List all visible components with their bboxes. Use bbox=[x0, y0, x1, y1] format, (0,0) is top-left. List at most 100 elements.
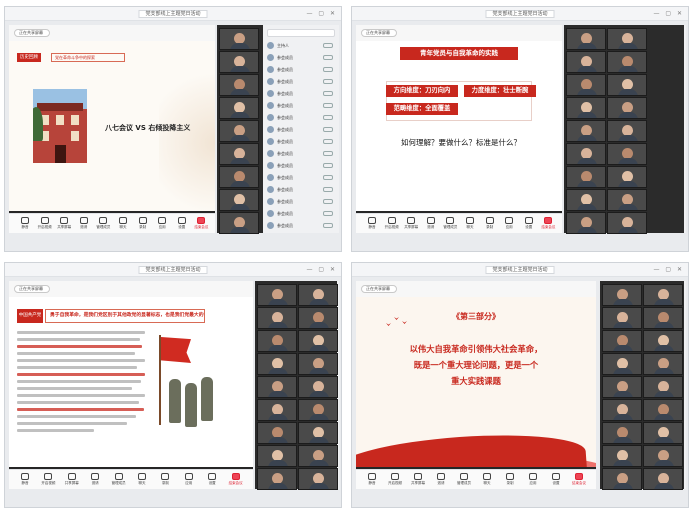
mic-icon[interactable] bbox=[323, 139, 333, 144]
toolbar-button[interactable]: 邀请 bbox=[84, 473, 106, 488]
participant-row[interactable]: 参会成员 bbox=[267, 89, 335, 99]
participant-video[interactable] bbox=[602, 284, 642, 306]
participant-video[interactable] bbox=[602, 468, 642, 490]
mic-icon[interactable] bbox=[323, 187, 333, 192]
mic-icon[interactable] bbox=[323, 55, 333, 60]
participant-video[interactable] bbox=[643, 330, 683, 352]
participant-video[interactable] bbox=[257, 307, 297, 329]
participant-video[interactable] bbox=[602, 376, 642, 398]
mic-icon[interactable] bbox=[323, 223, 333, 228]
participant-video[interactable] bbox=[602, 353, 642, 375]
mic-icon[interactable] bbox=[323, 103, 333, 108]
participant-video[interactable] bbox=[602, 330, 642, 352]
participant-video[interactable] bbox=[298, 468, 338, 490]
toolbar-button[interactable]: 应用 bbox=[522, 473, 544, 488]
mic-icon[interactable] bbox=[323, 43, 333, 48]
window-controls[interactable]: — ▢ ✕ bbox=[653, 10, 684, 17]
participant-video[interactable] bbox=[219, 143, 259, 165]
participant-video[interactable] bbox=[298, 376, 338, 398]
participant-video[interactable] bbox=[219, 28, 259, 50]
mic-icon[interactable] bbox=[323, 151, 333, 156]
participant-video[interactable] bbox=[643, 468, 683, 490]
participant-video[interactable] bbox=[643, 376, 683, 398]
toolbar-button[interactable]: 设置 bbox=[201, 473, 223, 488]
toolbar-button[interactable]: 结束会议 bbox=[225, 473, 247, 488]
toolbar-button[interactable]: 结束会议 bbox=[568, 473, 590, 488]
toolbar-button[interactable]: 邀请 bbox=[430, 473, 452, 488]
participant-video[interactable] bbox=[219, 120, 259, 142]
mic-icon[interactable] bbox=[323, 67, 333, 72]
participant-video[interactable] bbox=[257, 376, 297, 398]
participant-video[interactable] bbox=[257, 422, 297, 444]
participant-row[interactable]: 参会成员 bbox=[267, 53, 335, 63]
sharing-chip[interactable]: 正在共享屏幕 bbox=[14, 285, 50, 293]
window-controls[interactable]: — ▢ ✕ bbox=[653, 266, 684, 273]
participant-video[interactable] bbox=[643, 445, 683, 467]
participant-video[interactable] bbox=[219, 189, 259, 211]
participant-video[interactable] bbox=[602, 307, 642, 329]
toolbar-button[interactable]: 管理成员 bbox=[108, 473, 130, 488]
toolbar-button[interactable]: 设置 bbox=[545, 473, 567, 488]
participant-video[interactable] bbox=[298, 399, 338, 421]
toolbar-button[interactable]: 共享屏幕 bbox=[407, 473, 429, 488]
toolbar-button[interactable]: 结束会议 bbox=[190, 217, 212, 232]
mic-icon[interactable] bbox=[323, 199, 333, 204]
participant-row[interactable]: 参会成员 bbox=[267, 101, 335, 111]
participant-video[interactable] bbox=[219, 212, 259, 234]
participant-video[interactable] bbox=[257, 353, 297, 375]
participant-row[interactable]: 参会成员 bbox=[267, 221, 335, 231]
participant-video[interactable] bbox=[298, 353, 338, 375]
participant-video[interactable] bbox=[298, 284, 338, 306]
participant-video[interactable] bbox=[566, 166, 606, 188]
participant-row[interactable]: 参会成员 bbox=[267, 77, 335, 87]
participant-video[interactable] bbox=[643, 422, 683, 444]
toolbar-button[interactable]: 共享屏幕 bbox=[61, 473, 83, 488]
participant-video[interactable] bbox=[219, 74, 259, 96]
participant-row[interactable]: 参会成员 bbox=[267, 209, 335, 219]
participant-video[interactable] bbox=[607, 189, 647, 211]
participant-video[interactable] bbox=[298, 307, 338, 329]
participant-video[interactable] bbox=[643, 307, 683, 329]
participant-video[interactable] bbox=[607, 166, 647, 188]
participant-row[interactable]: 参会成员 bbox=[267, 137, 335, 147]
mic-icon[interactable] bbox=[323, 91, 333, 96]
participant-video[interactable] bbox=[602, 422, 642, 444]
toolbar-button[interactable]: 开启视频 bbox=[384, 473, 406, 488]
toolbar-button[interactable]: 应用 bbox=[178, 473, 200, 488]
participant-video[interactable] bbox=[643, 353, 683, 375]
toolbar-button[interactable]: 管理成员 bbox=[453, 473, 475, 488]
participant-video[interactable] bbox=[219, 97, 259, 119]
participant-video[interactable] bbox=[566, 74, 606, 96]
toolbar-button[interactable]: 录制 bbox=[499, 473, 521, 488]
participant-video[interactable] bbox=[643, 284, 683, 306]
mic-icon[interactable] bbox=[323, 115, 333, 120]
participant-video[interactable] bbox=[566, 51, 606, 73]
participant-video[interactable] bbox=[257, 445, 297, 467]
participant-row[interactable]: 参会成员 bbox=[267, 185, 335, 195]
participant-video[interactable] bbox=[298, 422, 338, 444]
participant-video[interactable] bbox=[257, 284, 297, 306]
window-controls[interactable]: — ▢ ✕ bbox=[306, 10, 337, 17]
participant-row[interactable]: 参会成员 bbox=[267, 149, 335, 159]
participant-video[interactable] bbox=[219, 51, 259, 73]
participant-video[interactable] bbox=[566, 28, 606, 50]
mic-icon[interactable] bbox=[323, 211, 333, 216]
participant-video[interactable] bbox=[219, 166, 259, 188]
participant-video[interactable] bbox=[566, 120, 606, 142]
toolbar-button[interactable]: 聊天 bbox=[476, 473, 498, 488]
toolbar-button[interactable]: 静音 bbox=[14, 473, 36, 488]
participant-video[interactable] bbox=[566, 143, 606, 165]
participant-video[interactable] bbox=[607, 120, 647, 142]
participant-video[interactable] bbox=[566, 212, 606, 234]
participant-video[interactable] bbox=[298, 445, 338, 467]
participant-video[interactable] bbox=[607, 97, 647, 119]
toolbar-button[interactable]: 结束会议 bbox=[537, 217, 559, 232]
toolbar-button[interactable]: 聊天 bbox=[131, 473, 153, 488]
participant-video[interactable] bbox=[607, 143, 647, 165]
mic-icon[interactable] bbox=[323, 163, 333, 168]
participant-search[interactable] bbox=[267, 29, 335, 37]
participant-row[interactable]: 参会成员 bbox=[267, 65, 335, 75]
toolbar-button[interactable]: 静音 bbox=[361, 473, 383, 488]
participant-row[interactable]: 参会成员 bbox=[267, 113, 335, 123]
sharing-chip[interactable]: 正在共享屏幕 bbox=[14, 29, 50, 37]
